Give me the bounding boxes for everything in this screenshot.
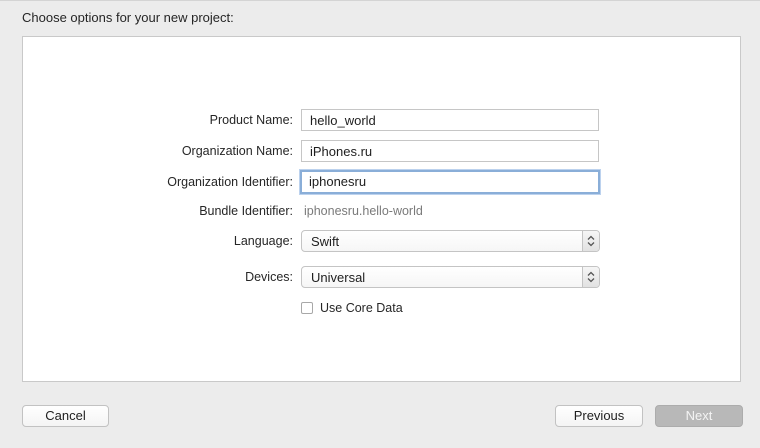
language-selected-value: Swift	[311, 234, 340, 249]
options-panel: Product Name: hello_world Organization N…	[22, 36, 741, 382]
use-core-data-row[interactable]: Use Core Data	[301, 301, 501, 319]
organization-identifier-input[interactable]: iphonesru	[300, 170, 600, 194]
bundle-identifier-label: Bundle Identifier:	[199, 204, 293, 218]
cancel-button[interactable]: Cancel	[22, 405, 109, 427]
updown-chevron-icon	[582, 267, 599, 287]
next-button[interactable]: Next	[655, 405, 743, 427]
language-select[interactable]: Swift	[301, 230, 600, 252]
product-name-row: Product Name: hello_world	[23, 109, 742, 133]
product-name-input[interactable]: hello_world	[301, 109, 599, 131]
devices-label: Devices:	[245, 270, 293, 284]
bundle-identifier-row: Bundle Identifier: iphonesru.hello-world	[23, 200, 742, 224]
organization-name-label: Organization Name:	[181, 144, 293, 158]
new-project-options-window: Choose options for your new project: Pro…	[0, 0, 760, 448]
window-top-edge	[0, 0, 760, 1]
devices-row: Devices: Universal	[23, 266, 742, 290]
language-label: Language:	[233, 234, 293, 248]
organization-identifier-row: Organization Identifier: iphonesru	[23, 170, 742, 195]
use-core-data-label: Use Core Data	[320, 301, 403, 315]
page-title: Choose options for your new project:	[22, 10, 234, 25]
organization-name-input[interactable]: iPhones.ru	[301, 140, 599, 162]
updown-chevron-icon	[582, 231, 599, 251]
devices-selected-value: Universal	[311, 270, 366, 285]
previous-button[interactable]: Previous	[555, 405, 643, 427]
organization-name-row: Organization Name: iPhones.ru	[23, 140, 742, 164]
organization-identifier-label: Organization Identifier:	[167, 175, 293, 189]
use-core-data-checkbox[interactable]	[301, 302, 313, 314]
product-name-label: Product Name:	[209, 113, 293, 127]
bundle-identifier-value: iphonesru.hello-world	[304, 204, 423, 218]
devices-select[interactable]: Universal	[301, 266, 600, 288]
language-row: Language: Swift	[23, 230, 742, 254]
